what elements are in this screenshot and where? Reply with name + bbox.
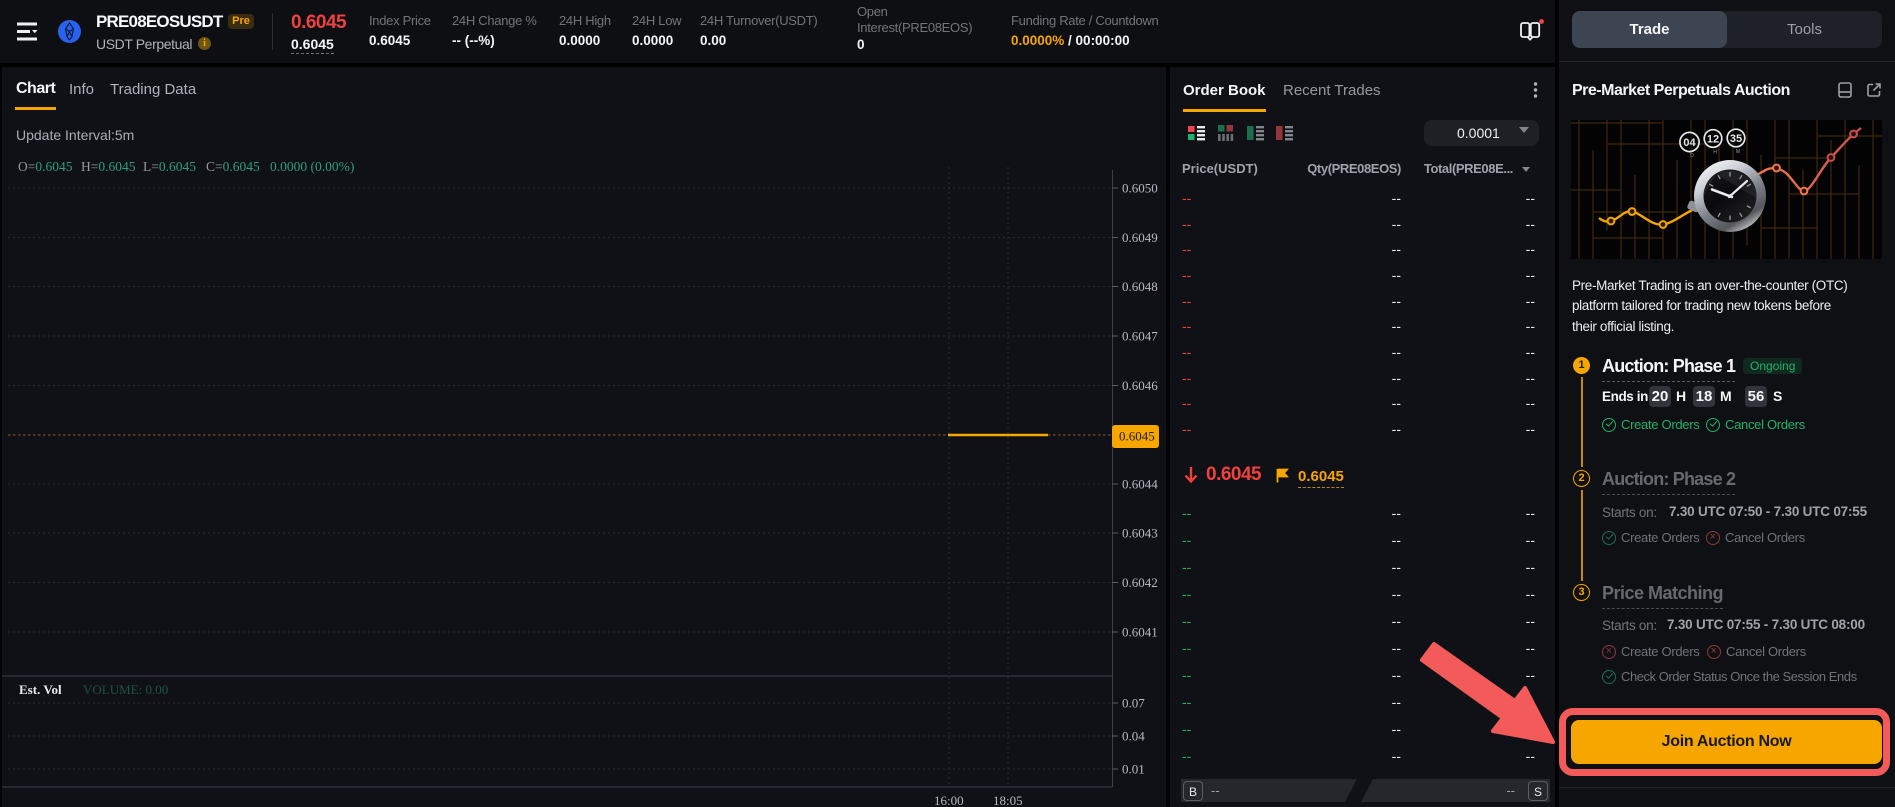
svg-text:0.6049: 0.6049 [1122, 230, 1158, 245]
svg-text:C=0.6045: C=0.6045 [206, 159, 260, 174]
svg-text:0.04: 0.04 [1122, 729, 1145, 744]
svg-text:04: 04 [1683, 137, 1696, 149]
svg-text:M: M [1736, 149, 1740, 155]
svg-text:0.6044: 0.6044 [1122, 477, 1158, 492]
svg-text:O=0.6045: O=0.6045 [18, 159, 73, 174]
svg-text:H=0.6045: H=0.6045 [81, 159, 136, 174]
svg-text:0.6045: 0.6045 [1119, 429, 1155, 444]
svg-text:D: D [1690, 153, 1694, 159]
svg-text:18:05: 18:05 [993, 793, 1023, 807]
svg-text:35: 35 [1730, 133, 1742, 145]
svg-text:0.6043: 0.6043 [1122, 526, 1158, 541]
svg-text:0.6050: 0.6050 [1122, 181, 1158, 196]
svg-text:Est. Vol: Est. Vol [19, 682, 62, 697]
svg-text:0.07: 0.07 [1122, 696, 1145, 711]
svg-text:0.6042: 0.6042 [1122, 575, 1158, 590]
svg-text:H: H [1713, 150, 1717, 156]
svg-text:12: 12 [1707, 134, 1719, 146]
svg-text:16:00: 16:00 [934, 793, 964, 807]
svg-text:0.6046: 0.6046 [1122, 378, 1158, 393]
svg-text:0.0000 (0.00%): 0.0000 (0.00%) [270, 159, 354, 174]
svg-text:0.6048: 0.6048 [1122, 279, 1158, 294]
svg-text:0.01: 0.01 [1122, 762, 1145, 777]
svg-text:VOLUME: 0.00: VOLUME: 0.00 [83, 682, 168, 697]
svg-text:0.6041: 0.6041 [1122, 625, 1158, 640]
svg-text:L=0.6045: L=0.6045 [143, 159, 196, 174]
svg-text:0.6047: 0.6047 [1122, 329, 1158, 344]
